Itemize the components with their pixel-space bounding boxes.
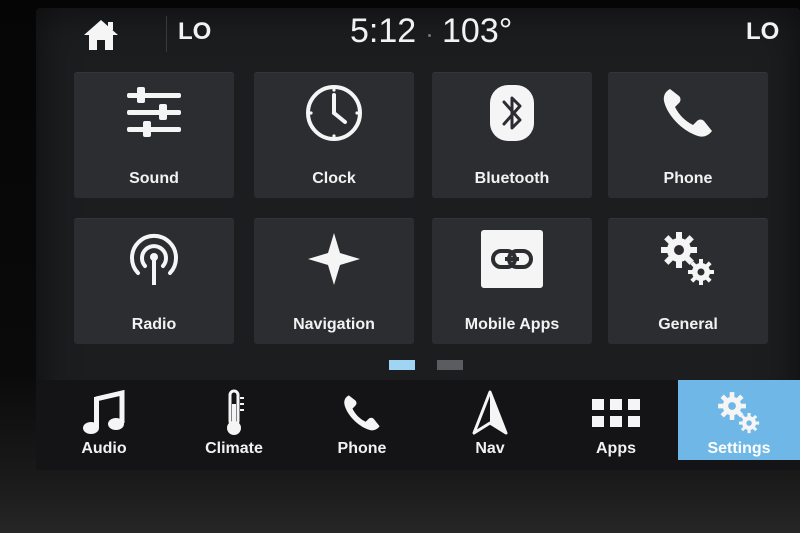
status-bar: LO 5:12 103° LO [36, 8, 800, 58]
navigation-arrow-icon [472, 390, 508, 435]
gears-icon [718, 392, 760, 434]
music-note-icon [83, 389, 125, 434]
compass-star-icon [308, 233, 360, 285]
tile-label: General [658, 316, 718, 333]
phone-icon [663, 89, 712, 137]
radio-antenna-icon [130, 233, 178, 285]
tile-bluetooth[interactable]: Bluetooth [432, 72, 592, 198]
tile-navigation[interactable]: Navigation [254, 218, 414, 344]
bluetooth-icon [490, 85, 534, 141]
nav-nav[interactable]: Nav [430, 380, 550, 462]
nav-phone[interactable]: Phone [302, 380, 422, 462]
equalizer-icon [127, 87, 181, 137]
page-indicator-active[interactable] [389, 360, 415, 370]
touch-screen: LO 5:12 103° LO Sound Clock Bluetooth Ph… [36, 8, 800, 470]
nav-apps[interactable]: Apps [556, 380, 676, 462]
page-indicator-inactive[interactable] [437, 360, 463, 370]
bottom-nav-bar: Audio Climate Phone Nav Apps Settings [36, 380, 800, 470]
tile-label: Sound [129, 170, 179, 187]
nav-settings[interactable]: Settings [678, 380, 800, 460]
status-dot [428, 34, 431, 37]
nav-label: Settings [707, 440, 771, 457]
gears-icon [661, 232, 714, 285]
tile-clock[interactable]: Clock [254, 72, 414, 198]
thermometer-icon [227, 389, 244, 435]
status-divider [166, 16, 167, 52]
nav-label: Nav [475, 440, 505, 457]
tile-radio[interactable]: Radio [74, 218, 234, 344]
tile-general[interactable]: General [608, 218, 768, 344]
nav-label: Apps [596, 440, 636, 457]
clock-time: 5:12 [350, 12, 417, 50]
nav-label: Audio [81, 440, 127, 457]
tile-label: Navigation [293, 316, 375, 333]
phone-icon [344, 395, 380, 431]
home-icon [84, 20, 118, 50]
tile-mobile-apps[interactable]: Mobile Apps [432, 218, 592, 344]
tile-phone[interactable]: Phone [608, 72, 768, 198]
tile-label: Phone [663, 170, 713, 187]
driver-temperature[interactable]: LO [178, 18, 211, 46]
nav-label: Phone [337, 440, 387, 457]
clock-icon [306, 85, 362, 141]
home-button[interactable] [80, 16, 122, 54]
tile-label: Clock [312, 170, 356, 187]
nav-audio[interactable]: Audio [44, 380, 164, 462]
nav-climate[interactable]: Climate [174, 380, 294, 462]
link-icon [481, 230, 543, 288]
nav-label: Climate [205, 440, 263, 457]
tile-label: Bluetooth [474, 170, 550, 187]
apps-grid-icon [592, 399, 640, 427]
passenger-temperature[interactable]: LO [746, 18, 779, 46]
tile-label: Radio [131, 316, 177, 333]
tile-sound[interactable]: Sound [74, 72, 234, 198]
outside-temperature: 103° [442, 12, 513, 50]
tile-label: Mobile Apps [464, 316, 560, 333]
